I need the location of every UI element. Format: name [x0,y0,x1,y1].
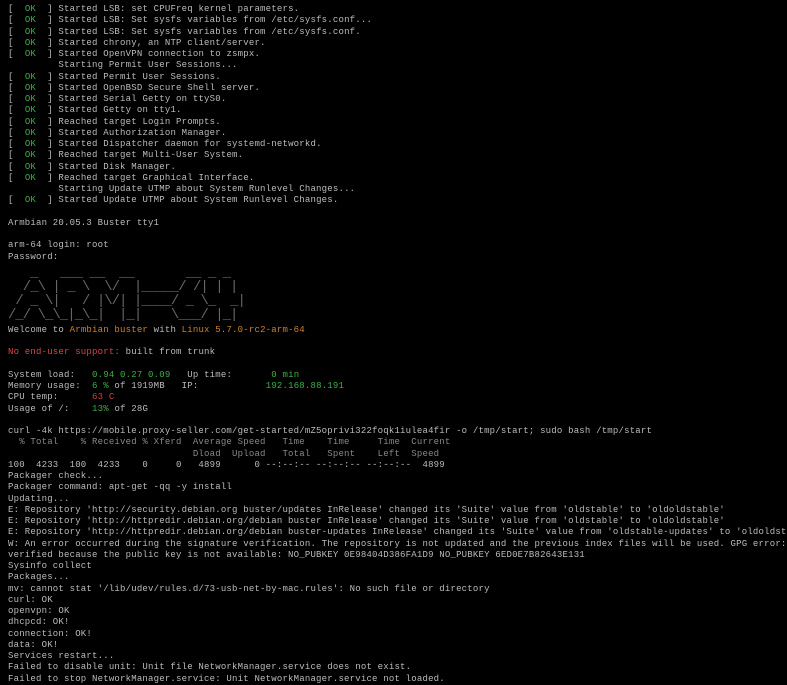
script-line: dhcpcd: OK! [8,617,779,628]
blank-line [8,415,779,426]
boot-line: [ OK ] Started Dispatcher daemon for sys… [8,139,779,150]
script-line: E: Repository 'http://httpredir.debian.o… [8,516,779,527]
script-line: E: Repository 'http://security.debian.or… [8,505,779,516]
boot-line: Starting Permit User Sessions... [8,60,779,71]
boot-line: [ OK ] Started OpenVPN connection to zsm… [8,49,779,60]
boot-line: [ OK ] Started OpenBSD Secure Shell serv… [8,83,779,94]
boot-line: [ OK ] Started Authorization Manager. [8,128,779,139]
blank-line [8,336,779,347]
blank-line [8,359,779,370]
script-output: Packager check...Packager command: apt-g… [8,471,779,685]
boot-line: [ OK ] Started LSB: Set sysfs variables … [8,27,779,38]
login-user: root [86,240,108,250]
boot-line: [ OK ] Started Disk Manager. [8,162,779,173]
password-prompt: Password: [8,252,779,263]
script-line: Packages... [8,572,779,583]
script-line: Updating... [8,494,779,505]
script-line: Failed to disable unit: Unit file Networ… [8,662,779,673]
script-line: Failed to stop NetworkManager.service: U… [8,674,779,685]
boot-line: [ OK ] Reached target Multi-User System. [8,150,779,161]
boot-line: [ OK ] Started Update UTMP about System … [8,195,779,206]
boot-log: [ OK ] Started LSB: set CPUFreq kernel p… [8,4,779,207]
script-line: verified because the public key is not a… [8,550,779,561]
stat-disk: Usage of /: 13% of 28G [8,404,779,415]
curl-header-2: Dload Upload Total Spent Left Speed [8,449,779,460]
boot-line: [ OK ] Started Getty on tty1. [8,105,779,116]
boot-line: [ OK ] Started LSB: set CPUFreq kernel p… [8,4,779,15]
boot-line: [ OK ] Started Serial Getty on ttyS0. [8,94,779,105]
welcome-line: Welcome to Armbian buster with Linux 5.7… [8,325,779,336]
curl-progress-row: 100 4233 100 4233 0 0 4899 0 --:--:-- --… [8,460,779,471]
boot-line: [ OK ] Reached target Login Prompts. [8,117,779,128]
ascii-logo: _ ___ __ __ __ _ _ /_\ | _ \ \/ |_____/ … [8,266,779,322]
script-line: Packager command: apt-get -qq -y install [8,482,779,493]
login-line: arm-64 login: root [8,240,779,251]
script-line: Sysinfo collect [8,561,779,572]
support-line: No end-user support: built from trunk [8,347,779,358]
distro-banner: Armbian 20.05.3 Buster tty1 [8,218,779,229]
curl-command: curl -4k https://mobile.proxy-seller.com… [8,426,779,437]
script-line: mv: cannot stat '/lib/udev/rules.d/73-us… [8,584,779,595]
script-line: connection: OK! [8,629,779,640]
boot-line: [ OK ] Started chrony, an NTP client/ser… [8,38,779,49]
script-line: openvpn: OK [8,606,779,617]
script-line: curl: OK [8,595,779,606]
script-line: W: An error occurred during the signatur… [8,539,779,550]
boot-line: Starting Update UTMP about System Runlev… [8,184,779,195]
stat-sysload: System load: 0.94 0.27 0.09 Up time: 0 m… [8,370,779,381]
stat-cpu: CPU temp: 63 C [8,392,779,403]
boot-line: [ OK ] Started LSB: Set sysfs variables … [8,15,779,26]
script-line: Services restart... [8,651,779,662]
script-line: E: Repository 'http://httpredir.debian.o… [8,527,779,538]
script-line: Packager check... [8,471,779,482]
blank-line [8,207,779,218]
blank-line [8,229,779,240]
curl-header-1: % Total % Received % Xferd Average Speed… [8,437,779,448]
boot-line: [ OK ] Started Permit User Sessions. [8,72,779,83]
script-line: data: OK! [8,640,779,651]
boot-line: [ OK ] Reached target Graphical Interfac… [8,173,779,184]
stat-mem-ip: Memory usage: 6 % of 1919MB IP: 192.168.… [8,381,779,392]
